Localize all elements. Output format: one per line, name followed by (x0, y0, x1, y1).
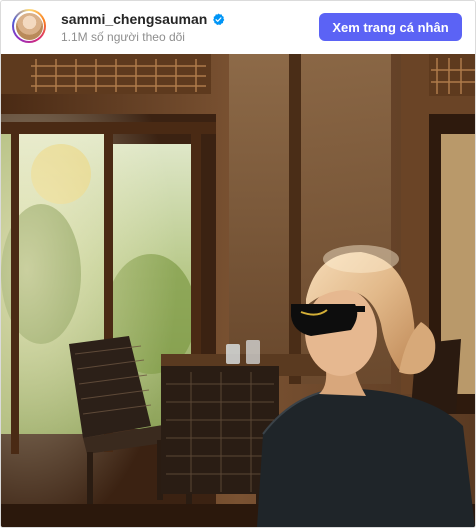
post-photo[interactable] (1, 54, 475, 527)
post-header: sammi_chengsauman 1.1M số người theo dõi… (1, 1, 475, 54)
verified-badge-icon (213, 12, 225, 25)
avatar[interactable] (12, 9, 46, 43)
profile-picture (15, 12, 43, 40)
photo-image (1, 54, 475, 527)
username[interactable]: sammi_chengsauman (61, 11, 207, 27)
follower-count: 1.1M số người theo dõi (61, 30, 185, 44)
view-profile-button[interactable]: Xem trang cá nhân (319, 13, 462, 41)
post-card: sammi_chengsauman 1.1M số người theo dõi… (0, 0, 476, 528)
